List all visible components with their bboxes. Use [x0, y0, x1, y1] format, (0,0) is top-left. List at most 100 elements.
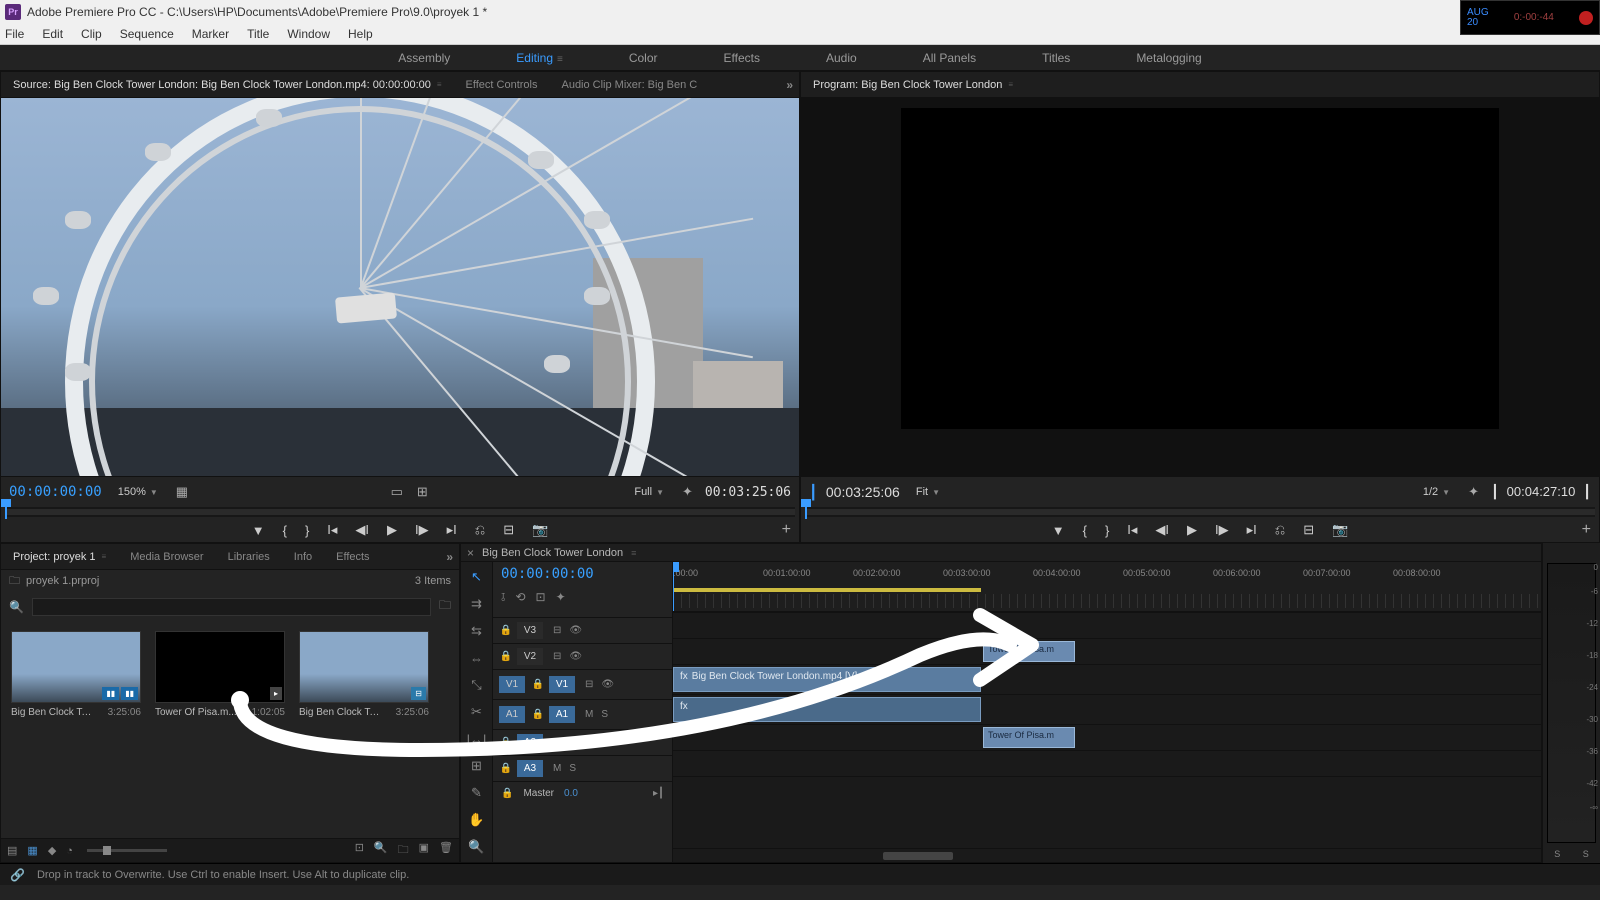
overwrite-icon[interactable]: ⊟ — [503, 522, 514, 538]
sort-icon[interactable]: ◔ — [66, 845, 73, 857]
new-bin-icon[interactable]: 🗀 — [439, 596, 451, 617]
menu-edit[interactable]: Edit — [42, 27, 63, 41]
tab-media-browser[interactable]: Media Browser — [124, 547, 209, 567]
ws-color[interactable]: Color — [621, 47, 666, 69]
icon-view-icon[interactable]: ▦ — [27, 844, 37, 857]
clip-bigben-v1[interactable]: fxBig Ben Clock Tower London.mp4 [V] — [673, 667, 981, 692]
freeform-icon[interactable]: ◆ — [48, 844, 56, 857]
markers-icon[interactable]: ⊡ — [536, 590, 546, 605]
v3-toggle[interactable]: ⊟ — [553, 625, 561, 636]
a3-m[interactable]: M — [553, 763, 561, 774]
source-scrubber[interactable] — [5, 507, 795, 517]
v1-target[interactable]: V1 — [499, 676, 525, 693]
tab-source[interactable]: Source: Big Ben Clock Tower London: Big … — [7, 75, 448, 95]
in-out-icon[interactable]: ▭ — [389, 482, 405, 502]
settings-icon[interactable]: ✦ — [680, 482, 695, 502]
source-overflow[interactable]: » — [786, 78, 793, 92]
track-select-tool-icon[interactable]: ⇉ — [467, 595, 487, 613]
program-resolution[interactable]: Fit — [910, 484, 946, 500]
time-ruler[interactable]: :00:00 00:01:00:00 00:02:00:00 00:03:00:… — [673, 562, 1541, 612]
meter-solo-r[interactable]: S — [1583, 849, 1589, 859]
project-overflow[interactable]: » — [446, 550, 453, 564]
a3-s[interactable]: S — [569, 763, 576, 774]
drag-video-icon[interactable]: ⊞ — [415, 482, 430, 502]
p-play-icon[interactable]: ▶ — [1187, 522, 1197, 538]
track-a1[interactable]: A1 — [549, 706, 575, 723]
bin-item-1[interactable]: ▸ Tower Of Pisa.m...1:02:05 — [155, 631, 285, 718]
step-back-icon[interactable]: ◀I — [355, 522, 369, 538]
safe-margins-icon[interactable]: ▦ — [174, 482, 190, 502]
ripple-tool-icon[interactable]: ⇆ — [467, 622, 487, 640]
menu-sequence[interactable]: Sequence — [120, 27, 174, 41]
v3-lock[interactable]: 🔒 — [499, 625, 513, 636]
zoom-tool-icon[interactable]: 🔍 — [467, 838, 487, 856]
hand-tool-icon[interactable]: ✋ — [467, 811, 487, 829]
track-v3[interactable]: V3 — [517, 622, 543, 639]
in-point-icon[interactable]: { — [283, 523, 287, 538]
goto-in-icon[interactable]: I◂ — [327, 522, 337, 538]
rate-tool-icon[interactable]: ⤡ — [467, 676, 487, 694]
v2-toggle[interactable]: ⊟ — [553, 651, 561, 662]
export-frame-icon[interactable]: 📷 — [532, 522, 548, 538]
track-v1[interactable]: V1 — [549, 676, 575, 693]
slip-tool-icon[interactable]: |↔| — [467, 730, 487, 748]
tab-libraries[interactable]: Libraries — [222, 547, 276, 567]
slide-tool-icon[interactable]: ⊞ — [467, 757, 487, 775]
program-scrubber[interactable] — [805, 507, 1595, 517]
goto-out-icon[interactable]: ▸I — [447, 522, 457, 538]
step-fwd-icon[interactable]: I▶ — [415, 522, 429, 538]
menu-marker[interactable]: Marker — [192, 27, 229, 41]
source-video[interactable] — [1, 98, 799, 476]
a3-lock[interactable]: 🔒 — [499, 763, 513, 774]
clip-bigben-a1[interactable]: fx — [673, 697, 981, 722]
linked-icon[interactable]: ⟲ — [515, 590, 525, 605]
p-out-icon[interactable]: } — [1105, 523, 1109, 538]
ws-editing[interactable]: Editing≡ — [508, 47, 571, 69]
track-a3[interactable]: A3 — [517, 760, 543, 777]
source-zoom[interactable]: 150% — [112, 484, 164, 500]
razor-tool-icon[interactable]: ✂ — [467, 703, 487, 721]
program-fraction[interactable]: 1/2 — [1417, 484, 1456, 500]
v1-lock[interactable]: 🔒 — [531, 679, 545, 690]
ws-titles[interactable]: Titles — [1034, 47, 1078, 69]
p-extract-icon[interactable]: ⊟ — [1303, 522, 1314, 538]
menu-clip[interactable]: Clip — [81, 27, 102, 41]
timeline-tracks-area[interactable]: :00:00 00:01:00:00 00:02:00:00 00:03:00:… — [673, 562, 1541, 862]
p-step-fwd-icon[interactable]: I▶ — [1215, 522, 1229, 538]
source-resolution[interactable]: Full — [628, 484, 670, 500]
marker-icon[interactable]: ▼ — [252, 523, 265, 538]
automate-icon[interactable]: ⊡ — [355, 841, 364, 860]
source-tc-in[interactable]: 00:00:00:00 — [9, 484, 102, 500]
a1-s[interactable]: S — [601, 709, 608, 720]
tab-audio-mixer[interactable]: Audio Clip Mixer: Big Ben C — [555, 75, 703, 95]
p-export-frame-icon[interactable]: 📷 — [1332, 522, 1348, 538]
tab-info[interactable]: Info — [288, 547, 318, 567]
program-tc-in[interactable]: ┃ 00:03:25:06 — [809, 484, 900, 501]
close-sequence-icon[interactable]: × — [467, 546, 474, 560]
program-video[interactable] — [901, 108, 1500, 429]
menu-title[interactable]: Title — [247, 27, 269, 41]
meter-solo-l[interactable]: S — [1554, 849, 1560, 859]
master-value[interactable]: 0.0 — [564, 788, 578, 799]
play-icon[interactable]: ▶ — [387, 522, 397, 538]
sequence-name[interactable]: Big Ben Clock Tower London — [482, 547, 623, 559]
p-goto-in-icon[interactable]: I◂ — [1127, 522, 1137, 538]
delete-icon[interactable]: 🗑 — [439, 841, 453, 860]
search-icon[interactable]: 🔍 — [9, 600, 24, 614]
new-item-icon[interactable]: ▣ — [419, 841, 429, 860]
ws-assembly[interactable]: Assembly — [390, 47, 458, 69]
insert-icon[interactable]: ⎌ — [475, 522, 485, 538]
bin-item-2[interactable]: ⊟ Big Ben Clock Tower...3:25:06 — [299, 631, 429, 718]
v1-eye[interactable]: 👁 — [601, 679, 614, 690]
a2-s[interactable]: S — [569, 737, 576, 748]
ws-effects[interactable]: Effects — [716, 47, 768, 69]
p-lift-icon[interactable]: ⎌ — [1275, 522, 1285, 538]
timeline-scrollbar[interactable] — [673, 848, 1541, 862]
program-settings-icon[interactable]: ✦ — [1466, 482, 1481, 502]
menu-help[interactable]: Help — [348, 27, 373, 41]
ws-audio[interactable]: Audio — [818, 47, 865, 69]
out-point-icon[interactable]: } — [305, 523, 309, 538]
a2-lock[interactable]: 🔒 — [499, 737, 513, 748]
master-lock[interactable]: 🔒 — [501, 788, 513, 799]
ws-allpanels[interactable]: All Panels — [915, 47, 984, 69]
